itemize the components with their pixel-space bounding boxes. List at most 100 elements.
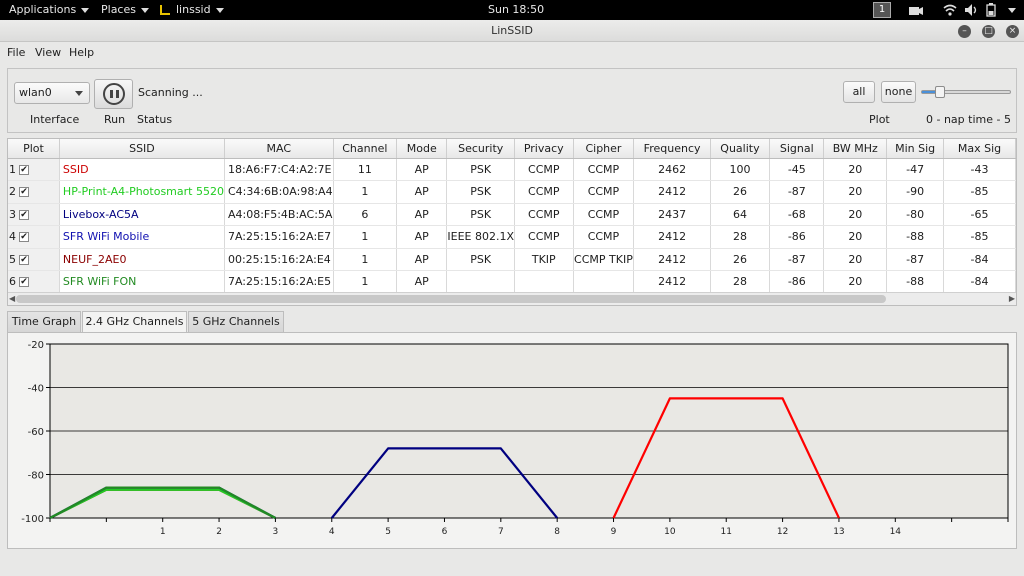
table-row[interactable]: 1 ✔ SSID 18:A6:F7:C4:A2:7E 11 AP PSK CCMP CCMP 24… [8, 158, 1016, 181]
cell-mac: 7A:25:15:16:2A:E5 [224, 270, 334, 294]
column-header[interactable]: Privacy [514, 139, 574, 159]
tab-5-ghz-channels[interactable]: 5 GHz Channels [188, 311, 284, 332]
network-table-grid: Plot SSID MAC Channel Mode Security Privacy Cip… [8, 139, 1016, 294]
menu-view[interactable]: View [35, 46, 61, 59]
cell-signal: -68 [769, 203, 825, 226]
maximize-icon[interactable]: □ [982, 25, 995, 38]
plot-checkbox[interactable]: ✔ [19, 254, 29, 265]
nap-time-label: 0 - nap time - 5 [926, 113, 1011, 126]
plot-checkbox[interactable]: ✔ [19, 209, 29, 220]
menu-help[interactable]: Help [69, 46, 94, 59]
battery-icon[interactable] [985, 3, 997, 17]
plot-checkbox[interactable]: ✔ [19, 277, 29, 288]
cell-privacy: CCMP [514, 180, 574, 204]
table-row[interactable]: 3 ✔ Livebox-AC5A A4:08:F5:4B:AC:5A 6 AP PSK CCM… [8, 203, 1016, 226]
x-tick-label: 14 [890, 527, 902, 537]
cell-max-sig: -65 [943, 203, 1016, 226]
cell-bw: 20 [823, 225, 888, 249]
places-menu[interactable]: Places [101, 3, 149, 16]
chevron-down-icon [140, 7, 149, 13]
column-header[interactable]: Cipher [573, 139, 635, 159]
column-header[interactable]: Security [446, 139, 516, 159]
column-header[interactable]: MAC [224, 139, 334, 159]
volume-icon[interactable] [964, 3, 978, 17]
column-header[interactable]: Quality [710, 139, 771, 159]
plot-checkbox[interactable]: ✔ [19, 232, 29, 243]
plot-checkbox[interactable]: ✔ [19, 187, 29, 198]
cell-max-sig: -84 [943, 248, 1016, 271]
x-tick-label: 9 [611, 527, 617, 537]
linssid-window: LinSSID – □ × File View Help wlan0 Scann… [0, 20, 1024, 576]
cell-max-sig: -85 [943, 225, 1016, 249]
scrollbar-thumb[interactable] [16, 295, 886, 303]
close-icon[interactable]: × [1006, 25, 1019, 38]
column-header[interactable]: Min Sig [886, 139, 945, 159]
menu-bar: File View Help [0, 43, 1024, 63]
chevron-down-icon [75, 91, 83, 96]
cell-quality: 28 [710, 270, 771, 294]
cell-mac: 00:25:15:16:2A:E4 [224, 248, 334, 271]
plot-cell: 2 ✔ [8, 180, 60, 204]
cell-mode: AP [396, 180, 448, 204]
row-number: 1 [9, 162, 16, 176]
plot-cell: 1 ✔ [8, 158, 60, 181]
plot-checkbox[interactable]: ✔ [19, 164, 29, 175]
run-label: Run [104, 113, 126, 126]
cell-ssid: SFR WiFi Mobile [59, 225, 225, 249]
cell-quality: 28 [710, 225, 771, 249]
x-tick-label: 1 [160, 527, 166, 537]
app-menu[interactable]: linssid [160, 3, 224, 16]
column-header[interactable]: Channel [333, 139, 398, 159]
x-tick-label: 13 [833, 527, 844, 537]
menu-file[interactable]: File [7, 46, 25, 59]
cell-min-sig: -87 [886, 248, 945, 271]
chevron-down-icon[interactable] [1008, 8, 1016, 13]
horizontal-scrollbar[interactable]: ◀ ▶ [8, 292, 1016, 305]
column-header[interactable]: BW MHz [823, 139, 888, 159]
chevron-down-icon [81, 7, 90, 13]
minimize-icon[interactable]: – [958, 25, 971, 38]
camera-icon[interactable] [908, 4, 924, 16]
workspace-indicator[interactable]: 1 [873, 2, 891, 18]
slider-handle[interactable] [934, 86, 945, 98]
scroll-right-icon[interactable]: ▶ [1009, 294, 1015, 303]
x-tick-label: 10 [664, 527, 676, 537]
cell-min-sig: -47 [886, 158, 945, 181]
window-titlebar[interactable]: LinSSID – □ × [0, 20, 1024, 42]
table-header-row: Plot SSID MAC Channel Mode Security Privacy Cip… [8, 139, 1016, 159]
clock[interactable]: Sun 18:50 [488, 3, 544, 16]
table-row[interactable]: 4 ✔ SFR WiFi Mobile 7A:25:15:16:2A:E7 1 AP IEE… [8, 225, 1016, 249]
column-header[interactable]: Signal [769, 139, 825, 159]
cell-mode: AP [396, 248, 448, 271]
column-header[interactable]: Max Sig [943, 139, 1016, 159]
nap-time-slider[interactable] [921, 86, 1011, 98]
y-tick-label: -40 [28, 384, 44, 395]
cell-channel: 11 [333, 158, 398, 181]
cell-signal: -45 [769, 158, 825, 181]
row-number: 5 [9, 252, 16, 266]
cell-min-sig: -88 [886, 225, 945, 249]
table-row[interactable]: 2 ✔ HP-Print-A4-Photosmart 5520 C4:34:6B:0A… [8, 180, 1016, 204]
plot-all-button[interactable]: all [843, 81, 875, 103]
column-header[interactable]: Mode [396, 139, 448, 159]
x-tick-label: 2 [216, 527, 222, 537]
run-pause-button[interactable] [94, 79, 133, 109]
applications-menu[interactable]: Applications [9, 3, 90, 16]
cell-cipher: CCMP [573, 225, 635, 249]
column-header[interactable]: SSID [59, 139, 225, 159]
tab-2-4-ghz-channels[interactable]: 2.4 GHz Channels [82, 311, 187, 333]
column-header[interactable]: Frequency [633, 139, 711, 159]
plot-none-button[interactable]: none [881, 81, 916, 103]
cell-mode: AP [396, 158, 448, 181]
table-row[interactable]: 6 ✔ SFR WiFi FON 7A:25:15:16:2A:E5 1 AP 2412 28… [8, 270, 1016, 294]
scroll-left-icon[interactable]: ◀ [9, 294, 15, 303]
cell-security: PSK [446, 158, 516, 181]
tab-time-graph[interactable]: Time Graph [7, 311, 81, 332]
interface-select[interactable]: wlan0 [14, 82, 90, 104]
column-header[interactable]: Plot [8, 139, 60, 159]
cell-signal: -86 [769, 270, 825, 294]
cell-quality: 64 [710, 203, 771, 226]
cell-privacy [514, 270, 574, 294]
table-row[interactable]: 5 ✔ NEUF_2AE0 00:25:15:16:2A:E4 1 AP PSK TKIP CC… [8, 248, 1016, 271]
wifi-icon[interactable] [943, 4, 957, 16]
